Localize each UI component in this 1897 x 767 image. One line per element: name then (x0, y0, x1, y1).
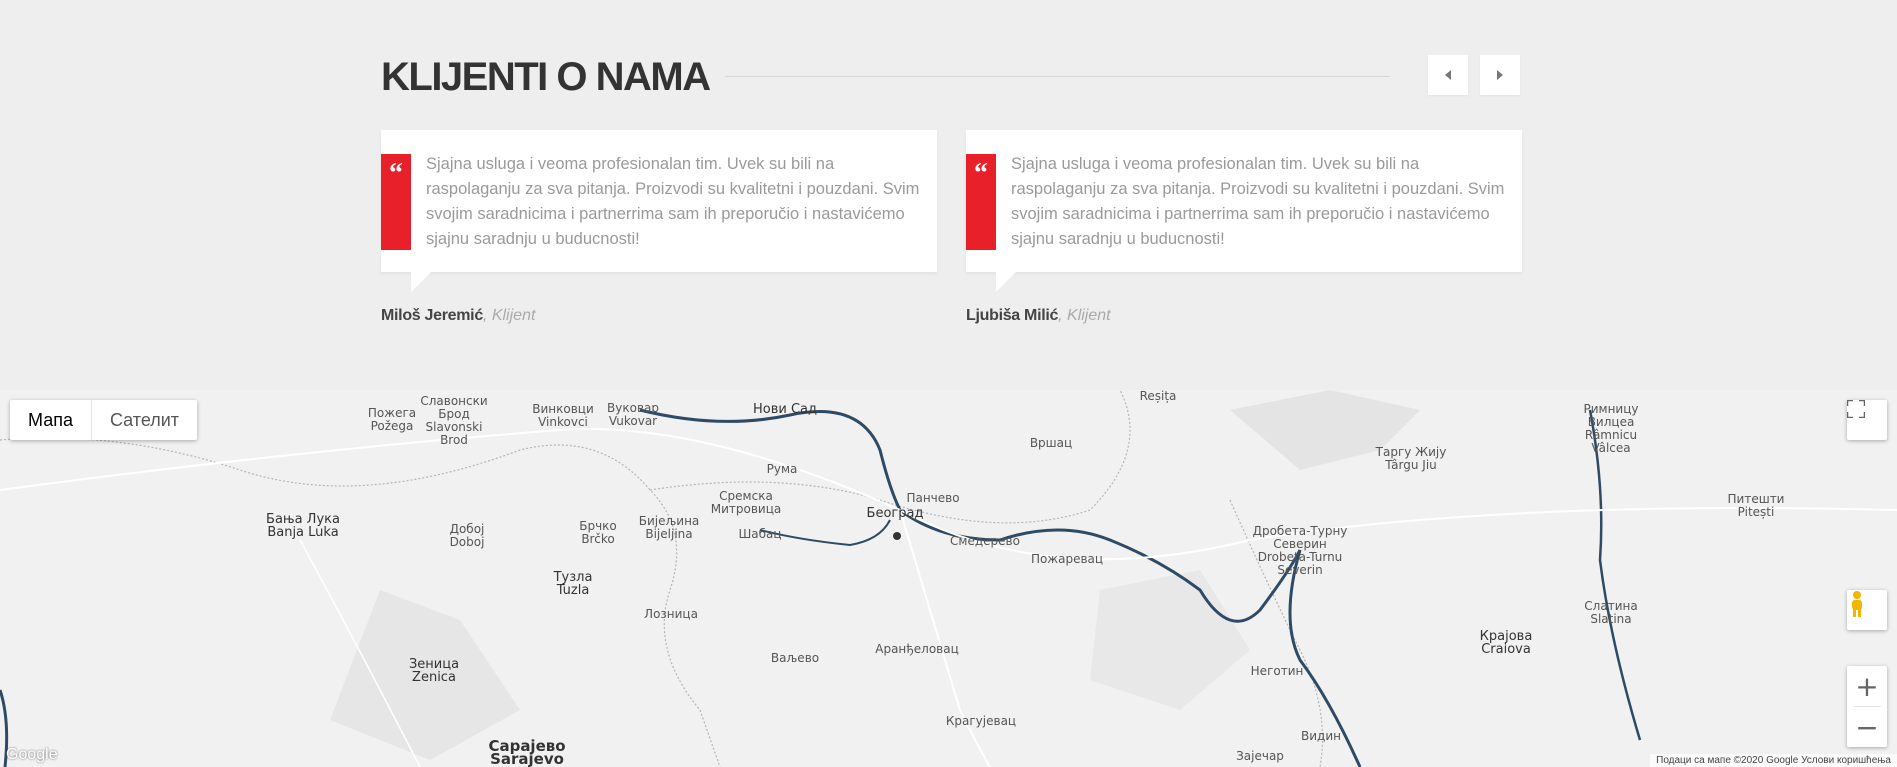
map-city-label[interactable]: Аранђеловац (875, 643, 959, 656)
map-city-label[interactable]: Винковци Vinkovci (532, 403, 594, 429)
author-name: Miloš Jeremić (381, 307, 483, 324)
zoom-in-button[interactable]: + (1847, 666, 1887, 706)
map-city-label[interactable]: Вуковар Vukovar (607, 402, 659, 428)
next-testimonial-button[interactable] (1480, 55, 1520, 95)
map-city-label[interactable]: Таргу Жију Târgu Jiu (1376, 446, 1447, 472)
caret-left-icon (1445, 70, 1451, 80)
map-city-label[interactable]: Крајова Craiova (1480, 630, 1533, 656)
speech-tail (411, 272, 431, 292)
author-role: , Klijent (1058, 307, 1111, 324)
map-city-label[interactable]: Дробета-Турну Северин Drobeta-Turnu Severin (1253, 525, 1348, 577)
map-city-label[interactable]: Пожаревац (1031, 553, 1103, 566)
map-city-label[interactable]: Римницу Вилцеа Râmnicu Vâlcea (1583, 403, 1638, 455)
map-city-label[interactable]: Неготин (1251, 665, 1304, 678)
map-city-label[interactable]: Зајечар (1236, 750, 1284, 763)
map-city-label[interactable]: Тузла Tuzla (554, 571, 593, 597)
map-city-label[interactable]: Бања Лука Banja Luka (266, 513, 340, 539)
testimonial-card: “ Sjajna usluga i veoma profesionalan ti… (381, 130, 937, 292)
map-city-label[interactable]: Reșița (1140, 390, 1177, 403)
fullscreen-icon (1847, 400, 1865, 418)
author-role: , Klijent (482, 307, 536, 324)
map-city-label[interactable]: Лозница (644, 608, 698, 621)
testimonials-section: KLIJENTI O NAMA “ Sjajna usluga i veoma … (0, 0, 1897, 390)
map-city-label[interactable]: Питешти Pitești (1728, 493, 1785, 519)
quote-icon: “ (381, 154, 411, 250)
map-city-label[interactable]: Пожега Požega (368, 407, 416, 433)
testimonial-text: Sjajna usluga i veoma profesionalan tim.… (426, 155, 920, 248)
testimonial-author: Ljubiša Milić, Klijent (966, 306, 1111, 326)
street-view-pegman[interactable] (1847, 590, 1887, 630)
map-city-label[interactable]: Зеница Zenica (409, 658, 459, 684)
map-city-label[interactable]: Нови Сад (753, 403, 817, 416)
zoom-control[interactable]: + − (1847, 666, 1887, 747)
quote-icon: “ (966, 154, 996, 250)
map-city-label[interactable]: Бијељина Bijeljina (639, 515, 700, 541)
map-city-label[interactable]: Смедерево (950, 535, 1020, 548)
map-city-label[interactable]: Панчево (906, 492, 959, 505)
map-city-label[interactable]: Брчко Brčko (579, 520, 617, 546)
map-city-label[interactable]: Ваљево (771, 652, 819, 665)
author-name: Ljubiša Milić (966, 307, 1059, 324)
google-map[interactable]: Нови Сад Београд Панчево Смедерево Пожаревац… (0, 390, 1897, 767)
map-city-label[interactable]: Добој Doboj (450, 523, 485, 549)
map-city-label[interactable]: Београд (867, 507, 924, 520)
map-city-label[interactable]: Вршац (1030, 437, 1072, 450)
speech-tail (996, 272, 1016, 292)
map-city-label[interactable]: Рума (767, 463, 798, 476)
google-logo[interactable]: Google (6, 746, 58, 764)
fullscreen-button[interactable] (1847, 400, 1887, 440)
testimonial-card: “ Sjajna usluga i veoma profesionalan ti… (966, 130, 1522, 292)
map-city-label[interactable]: Сремска Митровица (711, 490, 782, 516)
map-city-label[interactable]: Крагујевац (946, 715, 1016, 728)
pegman-icon (1852, 591, 1862, 617)
map-type-control[interactable]: Мапа Сателит (10, 400, 198, 440)
title-divider (725, 76, 1390, 77)
testimonial-text: Sjajna usluga i veoma profesionalan tim.… (1011, 155, 1505, 248)
map-city-label[interactable]: Славонски Брод Slavonski Brod (420, 395, 487, 447)
caret-right-icon (1497, 70, 1503, 80)
map-attribution[interactable]: Подаци са мапе ©2020 Google Услови кориш… (1650, 754, 1897, 767)
zoom-out-button[interactable]: − (1847, 707, 1887, 747)
map-type-map-button[interactable]: Мапа (10, 400, 91, 440)
map-city-label[interactable]: Видин (1301, 730, 1341, 743)
map-city-label[interactable]: Сарајево Sarajevo (488, 739, 565, 767)
map-city-label[interactable]: Шабац (738, 528, 781, 541)
section-title: KLIJENTI O NAMA (381, 55, 711, 99)
prev-testimonial-button[interactable] (1428, 55, 1468, 95)
map-type-satellite-button[interactable]: Сателит (90, 400, 197, 440)
map-city-label[interactable]: Слатина Slatina (1584, 600, 1637, 626)
testimonial-author: Miloš Jeremić, Klijent (381, 306, 535, 326)
